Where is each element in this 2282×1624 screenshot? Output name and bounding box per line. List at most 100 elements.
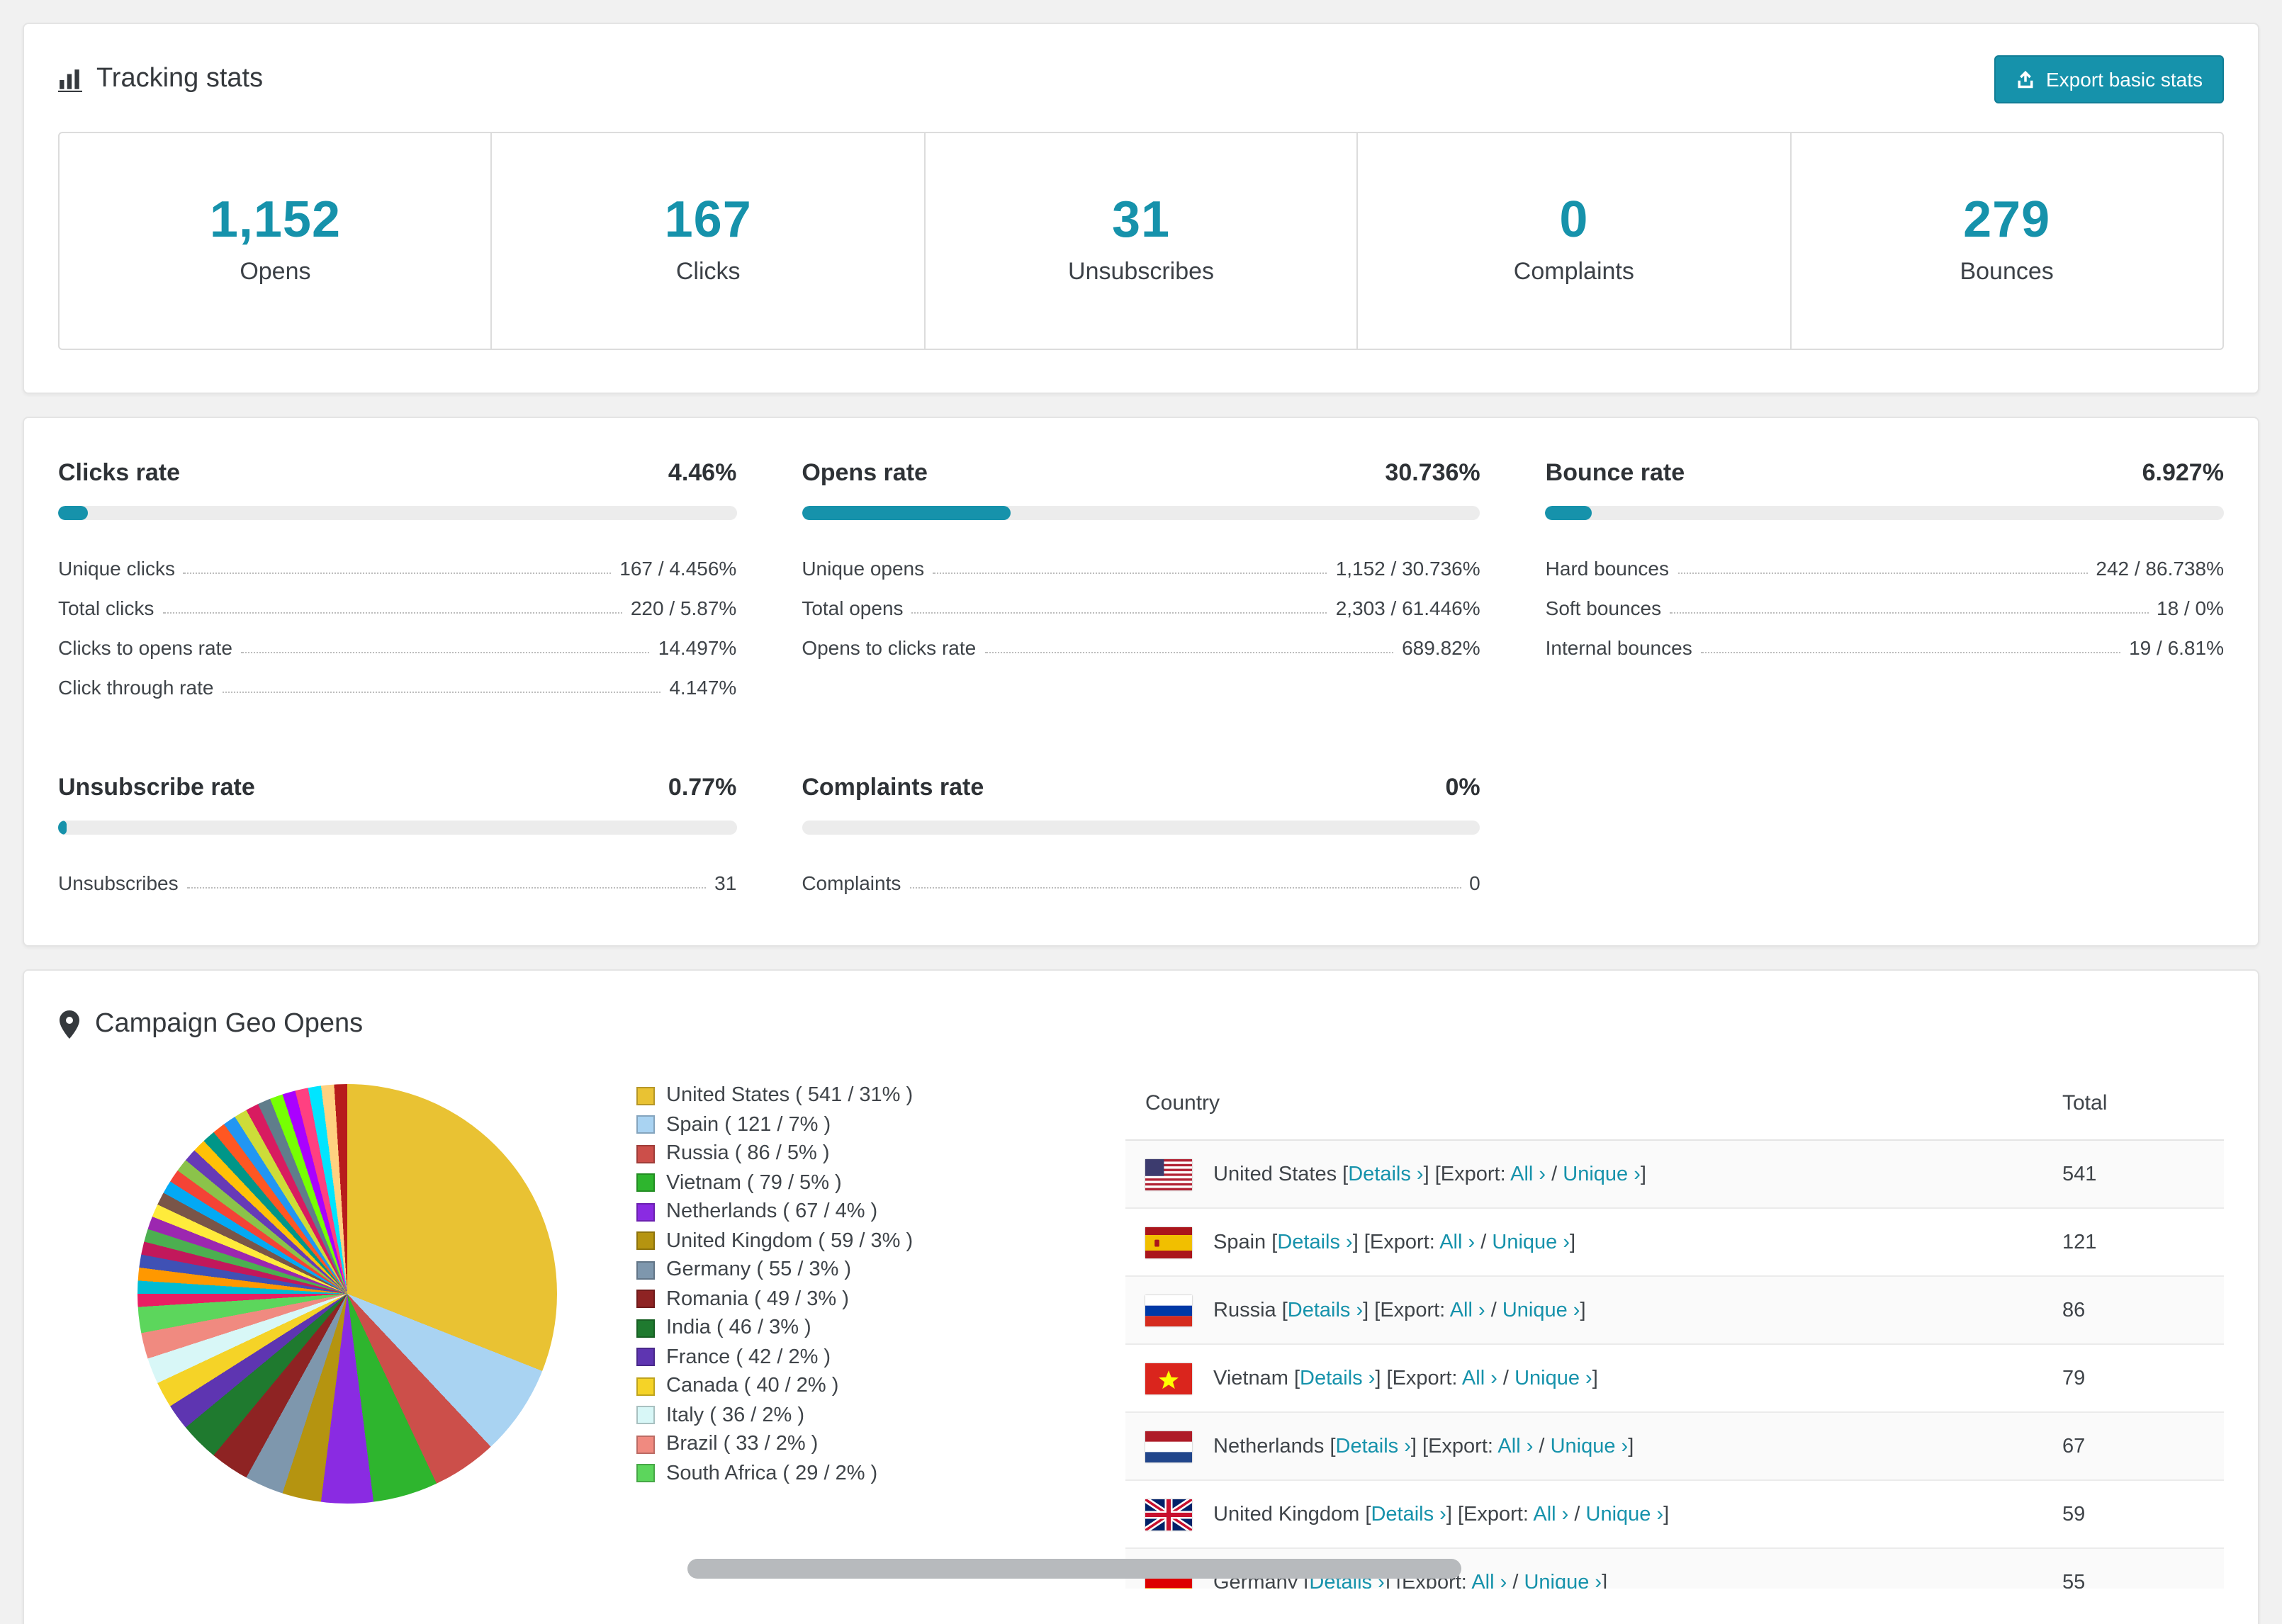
rate-progress-bar <box>1546 506 2224 520</box>
export-all-link[interactable]: All › <box>1471 1571 1507 1589</box>
rate-detail-row: Unsubscribes 31 <box>58 855 736 894</box>
export-basic-stats-label: Export basic stats <box>2046 68 2203 91</box>
rate-detail-label: Soft bounces <box>1546 597 1661 619</box>
export-all-link[interactable]: All › <box>1533 1503 1568 1526</box>
geo-table-row: United Kingdom [Details ›] [Export: All … <box>1125 1481 2224 1549</box>
dotted-leader <box>241 652 650 653</box>
rate-detail-row: Total clicks 220 / 5.87% <box>58 580 736 619</box>
geo-pie-wrap <box>58 1061 636 1589</box>
geo-table-row: United States [Details ›] [Export: All ›… <box>1125 1141 2224 1209</box>
rate-detail-value: 220 / 5.87% <box>631 597 736 619</box>
rate-detail-label: Unsubscribes <box>58 872 179 894</box>
legend-item: United States ( 541 / 31% ) <box>636 1081 1125 1110</box>
legend-swatch <box>636 1465 655 1483</box>
legend-swatch <box>636 1145 655 1163</box>
rate-title: Unsubscribe rate <box>58 772 255 803</box>
rate-panel: Clicks rate 4.46% Unique clicks 167 / 4.… <box>58 458 736 699</box>
rate-detail-value: 14.497% <box>658 636 737 659</box>
export-word: Export: <box>1370 1231 1439 1253</box>
rate-detail-value: 19 / 6.81% <box>2129 636 2224 659</box>
legend-label: Netherlands ( 67 / 4% ) <box>666 1201 877 1224</box>
stat-box: 279 Bounces <box>1789 133 2222 349</box>
export-unique-link[interactable]: Unique › <box>1551 1435 1629 1457</box>
rate-panel: Complaints rate 0% Complaints 0 <box>802 772 1480 894</box>
geo-title: Campaign Geo Opens <box>95 1009 363 1040</box>
rate-progress-bar <box>58 821 736 835</box>
details-link[interactable]: Details › <box>1288 1299 1363 1321</box>
rate-detail-label: Unique opens <box>802 557 924 580</box>
stats-summary-row: 1,152 Opens 167 Clicks 31 Unsubscribes 0… <box>58 132 2224 350</box>
legend-item: Romania ( 49 / 3% ) <box>636 1285 1125 1314</box>
dotted-leader <box>1677 573 2087 574</box>
rate-progress-bar <box>802 506 1480 520</box>
country-name: United States <box>1213 1163 1342 1185</box>
export-unique-link[interactable]: Unique › <box>1502 1299 1580 1321</box>
details-link[interactable]: Details › <box>1371 1503 1446 1526</box>
legend-label: Spain ( 121 / 7% ) <box>666 1114 831 1137</box>
rate-detail-value: 1,152 / 30.736% <box>1336 557 1480 580</box>
stat-value: 279 <box>1791 190 2222 249</box>
legend-item: United Kingdom ( 59 / 3% ) <box>636 1227 1125 1256</box>
export-unique-link[interactable]: Unique › <box>1563 1163 1641 1185</box>
stat-value: 167 <box>493 190 924 249</box>
export-all-link[interactable]: All › <box>1439 1231 1475 1253</box>
legend-label: France ( 42 / 2% ) <box>666 1346 831 1369</box>
legend-swatch <box>636 1116 655 1134</box>
country-total: 86 <box>2062 1299 2204 1321</box>
country-flag-icon <box>1145 1499 1192 1530</box>
legend-swatch <box>636 1348 655 1367</box>
export-unique-link[interactable]: Unique › <box>1514 1367 1592 1389</box>
export-basic-stats-button[interactable]: Export basic stats <box>1994 55 2224 103</box>
export-unique-link[interactable]: Unique › <box>1524 1571 1602 1589</box>
rates-card: Clicks rate 4.46% Unique clicks 167 / 4.… <box>23 417 2259 947</box>
dotted-leader <box>1701 652 2120 653</box>
page: Tracking stats Export basic stats 1,152 … <box>0 0 2282 1624</box>
details-link[interactable]: Details › <box>1336 1435 1411 1457</box>
legend-label: India ( 46 / 3% ) <box>666 1317 811 1340</box>
export-all-link[interactable]: All › <box>1462 1367 1497 1389</box>
export-all-link[interactable]: All › <box>1450 1299 1485 1321</box>
stat-label: Unsubscribes <box>926 258 1357 286</box>
country-name: Vietnam <box>1213 1367 1294 1389</box>
horizontal-scrollbar-thumb[interactable] <box>687 1559 1461 1579</box>
geo-pie-chart <box>137 1084 557 1504</box>
tracking-title: Tracking stats <box>96 64 263 95</box>
legend-item: India ( 46 / 3% ) <box>636 1314 1125 1343</box>
country-total: 55 <box>2062 1571 2204 1589</box>
tracking-stats-card: Tracking stats Export basic stats 1,152 … <box>23 23 2259 394</box>
bar-chart-icon <box>58 67 82 91</box>
geo-content: United States ( 541 / 31% ) Spain ( 121 … <box>58 1061 2224 1589</box>
dotted-leader <box>187 887 707 889</box>
rates-bottom-row: Unsubscribe rate 0.77% Unsubscribes 31 C… <box>58 772 2224 894</box>
stat-value: 31 <box>926 190 1357 249</box>
legend-label: Germany ( 55 / 3% ) <box>666 1259 851 1282</box>
details-link[interactable]: Details › <box>1300 1367 1375 1389</box>
details-link[interactable]: Details › <box>1348 1163 1423 1185</box>
details-link[interactable]: Details › <box>1277 1231 1352 1253</box>
rate-detail-value: 0 <box>1469 872 1480 894</box>
legend-label: United Kingdom ( 59 / 3% ) <box>666 1230 913 1253</box>
geo-table-row: Netherlands [Details ›] [Export: All › /… <box>1125 1413 2224 1481</box>
location-pin-icon <box>58 1010 81 1039</box>
legend-swatch <box>636 1377 655 1396</box>
rate-detail-value: 31 <box>714 872 736 894</box>
stat-box: 31 Unsubscribes <box>924 133 1357 349</box>
country-flag-icon <box>1145 1227 1192 1258</box>
export-word: Export: <box>1380 1299 1449 1321</box>
rate-detail-value: 242 / 86.738% <box>2096 557 2224 580</box>
export-unique-link[interactable]: Unique › <box>1586 1503 1664 1526</box>
export-unique-link[interactable]: Unique › <box>1492 1231 1570 1253</box>
export-all-link[interactable]: All › <box>1510 1163 1546 1185</box>
stat-value: 1,152 <box>60 190 491 249</box>
dotted-leader <box>184 573 611 574</box>
country-flag-icon <box>1145 1363 1192 1394</box>
rate-value: 6.927% <box>2142 458 2224 489</box>
export-all-link[interactable]: All › <box>1497 1435 1533 1457</box>
legend-item: Brazil ( 33 / 2% ) <box>636 1430 1125 1459</box>
country-name: Spain <box>1213 1231 1271 1253</box>
geo-legend: United States ( 541 / 31% ) Spain ( 121 … <box>636 1061 1125 1589</box>
rate-detail-label: Clicks to opens rate <box>58 636 232 659</box>
rate-detail-row: Soft bounces 18 / 0% <box>1546 580 2224 619</box>
export-icon <box>2015 69 2035 89</box>
legend-item: Russia ( 86 / 5% ) <box>636 1139 1125 1168</box>
